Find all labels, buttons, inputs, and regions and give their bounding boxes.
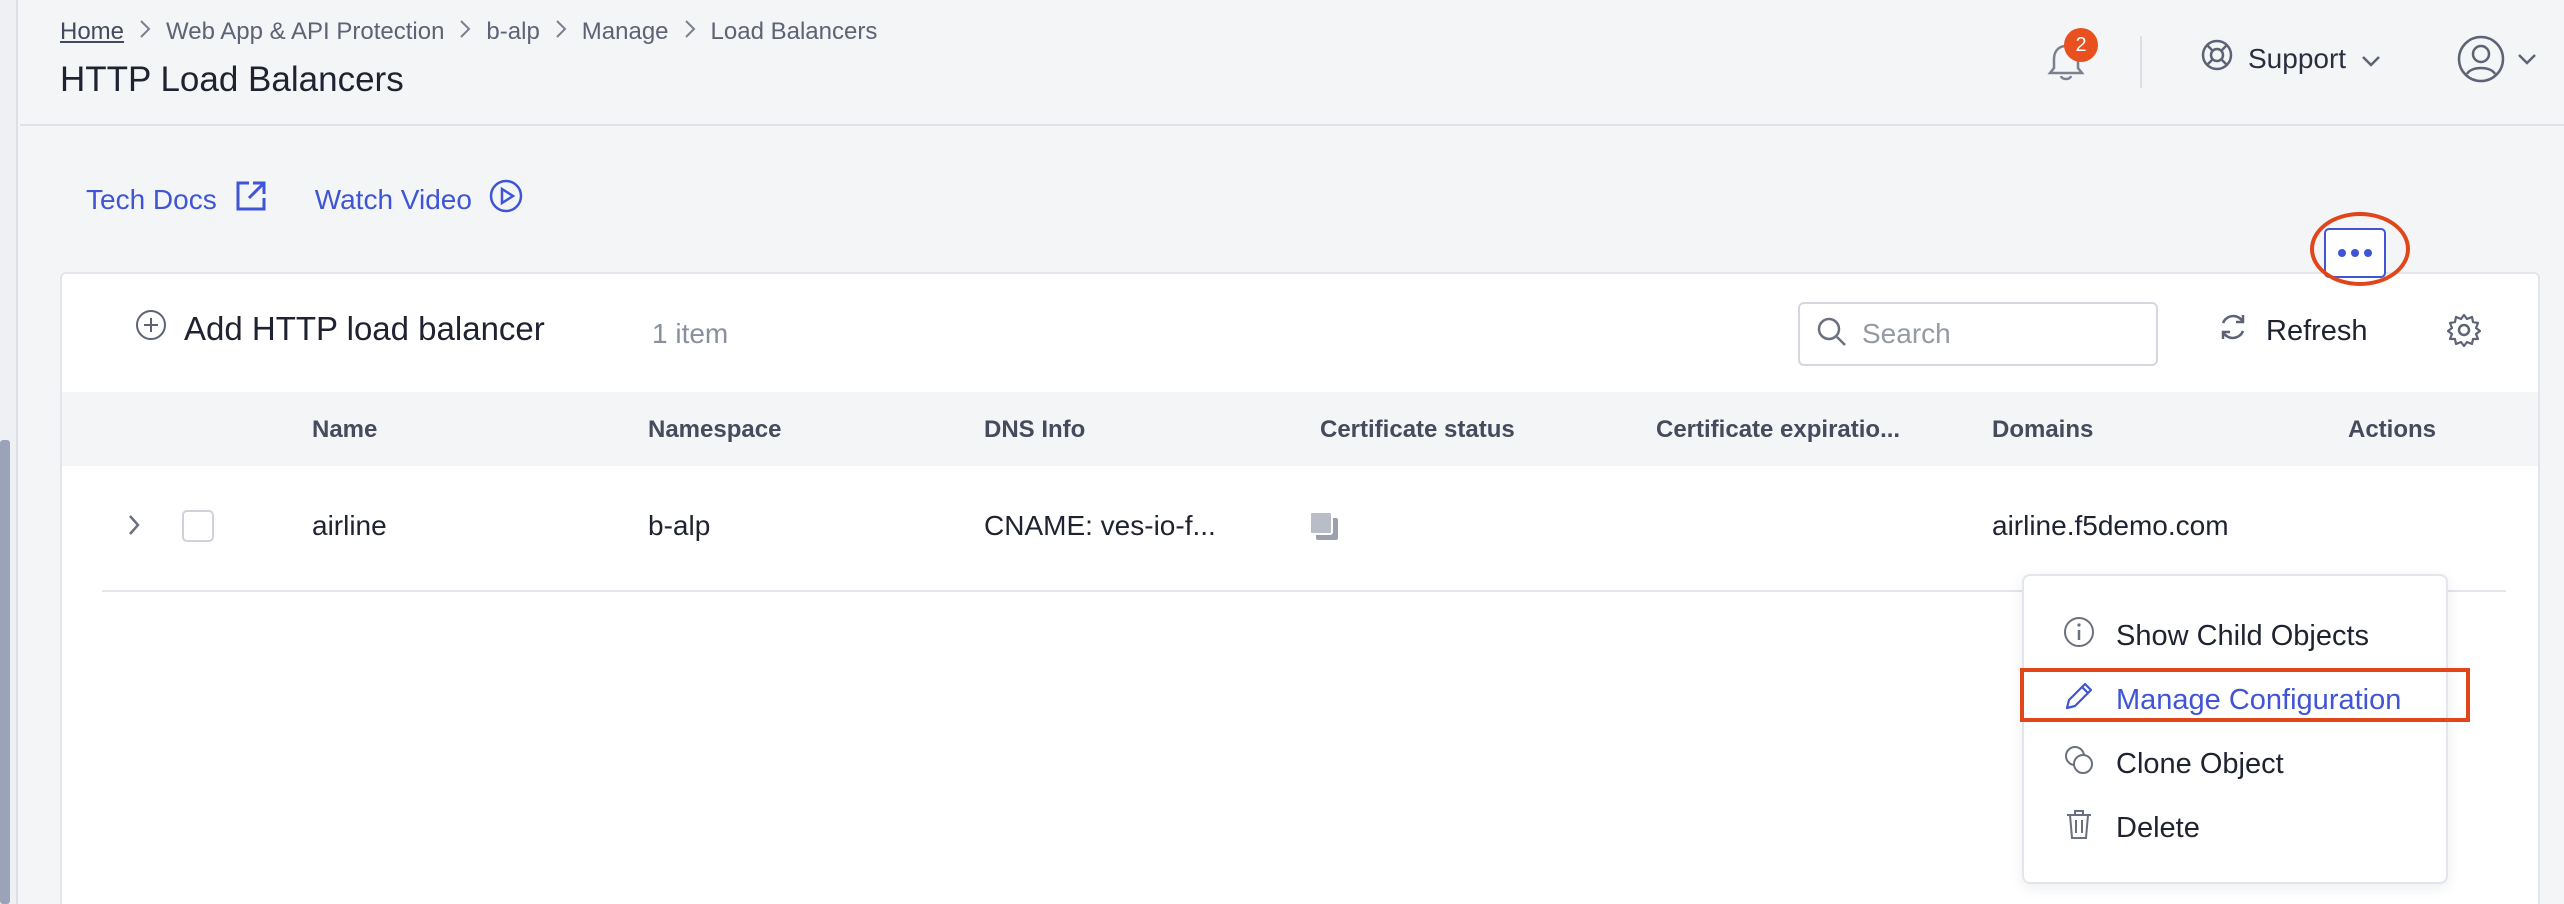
watch-video-label: Watch Video: [314, 183, 472, 215]
play-circle-icon: [488, 178, 524, 221]
page-title: HTTP Load Balancers: [60, 60, 404, 99]
help-links: Tech Docs Watch Video: [86, 178, 570, 221]
annotation-rectangle: [2020, 668, 2470, 722]
add-http-load-balancer-button[interactable]: Add HTTP load balancer: [134, 308, 545, 350]
refresh-button[interactable]: Refresh: [2216, 310, 2368, 352]
notification-badge: 2: [2064, 28, 2098, 62]
actions-dropdown-menu: Show Child Objects Manage Configuration …: [2022, 574, 2448, 884]
menu-item-label: Clone Object: [2116, 747, 2284, 780]
cell-dns-info: CNAME: ves-io-f...: [984, 510, 1216, 541]
gear-icon[interactable]: [2446, 312, 2482, 353]
lifebuoy-icon: [2200, 38, 2234, 79]
cell-namespace: b-alp: [648, 510, 711, 541]
support-menu[interactable]: Support: [2200, 38, 2382, 79]
item-count: 1 item: [652, 318, 729, 349]
chevron-right-icon[interactable]: [126, 512, 142, 543]
refresh-icon: [2216, 310, 2250, 352]
tech-docs-label: Tech Docs: [86, 183, 217, 215]
chevron-right-icon: [458, 18, 472, 46]
avatar-icon: [2456, 34, 2506, 89]
external-link-icon: [233, 178, 269, 221]
search-icon: [1816, 316, 1848, 353]
breadcrumb: Home Web App & API Protection b-alp Mana…: [60, 18, 877, 46]
breadcrumb-current: Load Balancers: [710, 18, 878, 45]
menu-item-delete[interactable]: Delete: [2024, 800, 2446, 856]
copy-icon[interactable]: [1306, 508, 1342, 549]
plus-circle-icon: [134, 308, 168, 350]
column-header-certificate-status[interactable]: Certificate status: [1320, 416, 1515, 444]
search-box[interactable]: [1798, 302, 2158, 366]
left-scrollbar[interactable]: [0, 440, 10, 904]
top-bar: Home Web App & API Protection b-alp Mana…: [20, 0, 2564, 126]
tech-docs-link[interactable]: Tech Docs: [86, 178, 269, 221]
column-header-dns-info[interactable]: DNS Info: [984, 416, 1085, 444]
chevron-down-icon: [2360, 43, 2382, 75]
clone-icon: [2062, 743, 2096, 785]
table-header: Name Namespace DNS Info Certificate stat…: [62, 392, 2538, 466]
header-divider: [2140, 36, 2142, 88]
row-checkbox[interactable]: [182, 510, 214, 542]
breadcrumb-namespace[interactable]: b-alp: [486, 18, 539, 46]
watch-video-link[interactable]: Watch Video: [315, 178, 524, 221]
menu-item-label: Show Child Objects: [2116, 619, 2370, 652]
chevron-right-icon: [554, 18, 568, 46]
info-icon: [2062, 615, 2096, 657]
refresh-label: Refresh: [2266, 314, 2368, 347]
menu-item-clone-object[interactable]: Clone Object: [2024, 736, 2446, 792]
column-header-domains[interactable]: Domains: [1992, 416, 2093, 444]
add-button-label: Add HTTP load balancer: [184, 310, 545, 347]
support-label: Support: [2248, 42, 2347, 74]
chevron-right-icon: [683, 18, 697, 46]
table-toolbar: Add HTTP load balancer 1 item R: [62, 274, 2538, 392]
cell-domains: airline.f5demo.com: [1992, 510, 2229, 541]
menu-item-label: Delete: [2116, 811, 2200, 844]
cell-name: airline: [312, 510, 387, 541]
column-header-certificate-expiration[interactable]: Certificate expiratio...: [1656, 416, 1900, 444]
column-header-namespace[interactable]: Namespace: [648, 416, 781, 444]
column-header-name[interactable]: Name: [312, 416, 377, 444]
chevron-down-icon: [2516, 52, 2538, 71]
column-header-actions: Actions: [2348, 416, 2437, 443]
annotation-ellipse: [2310, 212, 2410, 286]
breadcrumb-home[interactable]: Home: [60, 18, 124, 46]
menu-item-show-child-objects[interactable]: Show Child Objects: [2024, 608, 2446, 664]
breadcrumb-waap[interactable]: Web App & API Protection: [166, 18, 444, 46]
trash-icon: [2062, 807, 2096, 849]
user-menu[interactable]: [2456, 34, 2538, 89]
search-input[interactable]: [1862, 318, 2142, 350]
breadcrumb-manage[interactable]: Manage: [582, 18, 669, 46]
chevron-right-icon: [138, 18, 152, 46]
